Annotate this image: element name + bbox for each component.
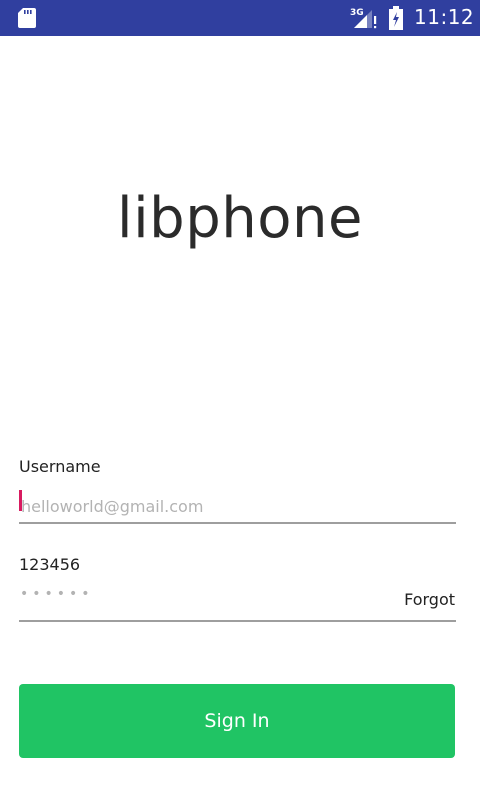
sign-in-button[interactable]: Sign In [19,684,455,758]
status-time: 11:12 [414,5,475,29]
username-label: Username [19,457,101,476]
battery-icon [389,6,403,30]
forgot-link[interactable]: Forgot [404,590,455,609]
login-screen: 3G 11:12 libphone Username 123456 ••••••… [0,0,480,800]
text-cursor [19,490,22,511]
sd-card-icon [18,8,36,28]
network-type-label: 3G [350,8,364,18]
signal-icon: 3G [350,8,377,29]
password-label: 123456 [19,555,81,574]
status-bar: 3G 11:12 [0,0,480,36]
app-title: libphone [117,186,363,251]
username-input[interactable] [19,490,456,524]
password-mask: •••••• [20,586,94,602]
